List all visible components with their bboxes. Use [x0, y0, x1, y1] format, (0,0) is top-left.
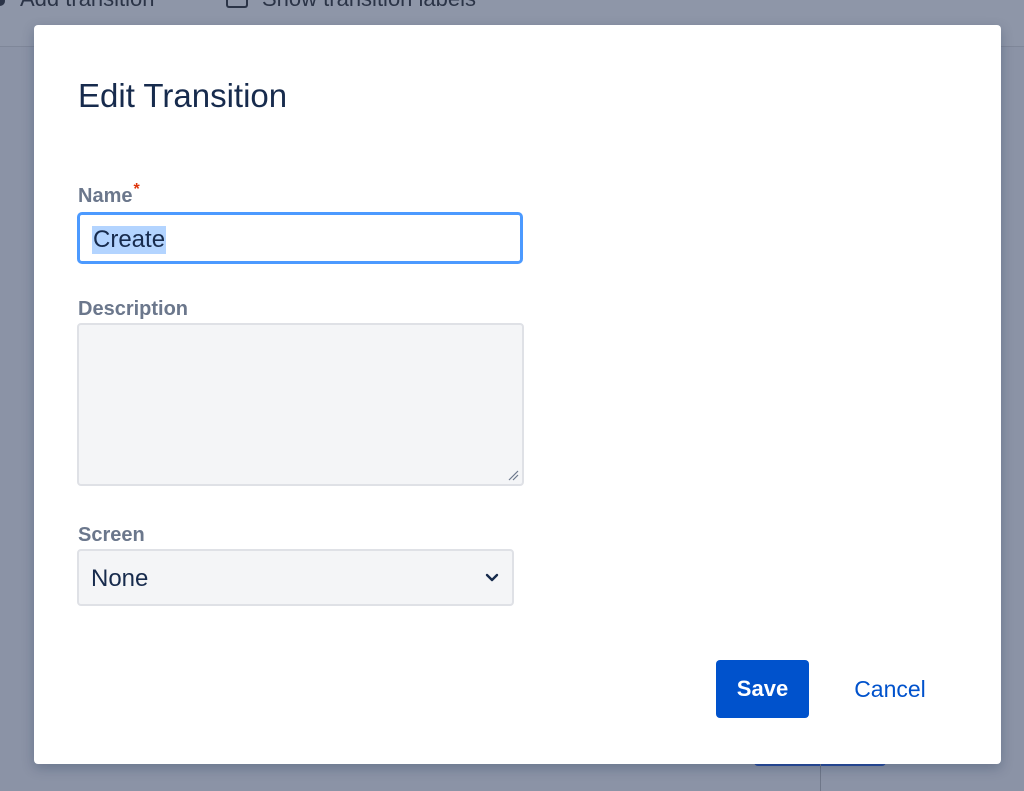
cancel-button[interactable]: Cancel — [841, 660, 939, 718]
show-transition-labels-checkbox[interactable] — [226, 0, 248, 8]
edit-transition-dialog: Edit Transition Name* Create Description… — [34, 25, 1001, 764]
screen-select[interactable]: None — [77, 549, 514, 606]
name-field-label: Name* — [78, 181, 140, 208]
background-divider — [820, 764, 821, 791]
show-transition-labels-label: Show transition labels — [262, 0, 476, 12]
name-input-value: Create — [92, 226, 167, 254]
chevron-down-icon — [485, 573, 499, 582]
name-label-text: Name — [78, 185, 133, 207]
resize-handle-icon[interactable] — [507, 469, 519, 481]
description-field-label: Description — [78, 298, 189, 320]
add-transition-icon — [0, 0, 5, 6]
save-button[interactable]: Save — [716, 660, 809, 718]
screen-field-label: Screen — [78, 524, 145, 546]
required-indicator: * — [133, 181, 140, 198]
description-textarea[interactable] — [77, 323, 524, 486]
screen-select-value: None — [91, 565, 149, 592]
dialog-title: Edit Transition — [78, 77, 288, 114]
name-input[interactable]: Create — [77, 212, 523, 264]
add-transition-button[interactable]: Add transition — [20, 0, 155, 12]
